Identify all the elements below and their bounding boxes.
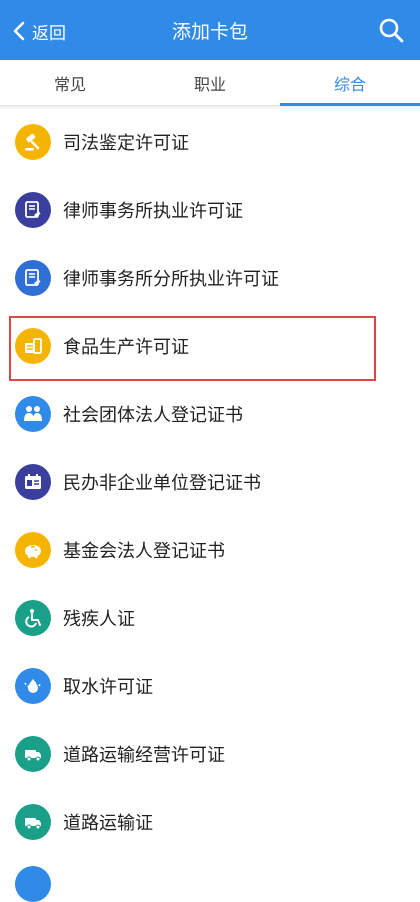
list-item-private-nonenterprise-cert[interactable]: 民办非企业单位登记证书 [0,448,420,516]
top-app-bar: 返回 添加卡包 [0,0,420,60]
list-item-label: 社会团体法人登记证书 [63,405,243,426]
list-item-label: 道路运输经营许可证 [63,745,225,766]
list-item-food-production-license[interactable]: 食品生产许可证 [0,312,420,380]
list-item-label: 道路运输证 [63,813,153,834]
tab-general[interactable]: 综合 [280,60,420,106]
card-type-list: 司法鉴定许可证 律师事务所执业许可证 律师事务所分所执业许可证 食品生产许可证 … [0,108,420,856]
list-item-label: 律师事务所分所执业许可证 [63,269,279,290]
list-item-label: 取水许可证 [63,677,153,698]
category-tabs: 常见 职业 综合 [0,60,420,106]
gavel-icon [15,124,51,160]
list-item-water-permit[interactable]: 取水许可证 [0,652,420,720]
list-item-label: 基金会法人登记证书 [63,541,225,562]
tab-profession[interactable]: 职业 [140,60,280,105]
piggy-bank-icon [15,532,51,568]
page-title: 添加卡包 [171,21,248,43]
list-item-disability-cert[interactable]: 残疾人证 [0,584,420,652]
document-gavel-icon [15,260,51,296]
tab-common[interactable]: 常见 [0,60,140,105]
list-item-label: 司法鉴定许可证 [63,133,189,154]
people-icon [15,396,51,432]
list-item-label: 律师事务所执业许可证 [63,201,243,222]
document-gavel-icon [15,192,51,228]
list-item-social-group-cert[interactable]: 社会团体法人登记证书 [0,380,420,448]
search-icon[interactable] [378,17,404,43]
water-drop-icon [15,668,51,704]
list-item-judicial-appraisal[interactable]: 司法鉴定许可证 [0,108,420,176]
partial-list-item-icon [15,866,51,902]
list-item-label: 食品生产许可证 [63,337,189,358]
list-item-road-transport-business-license[interactable]: 道路运输经营许可证 [0,720,420,788]
list-item-road-transport-cert[interactable]: 道路运输证 [0,788,420,856]
calendar-id-icon [15,464,51,500]
wheelchair-icon [15,600,51,636]
food-license-icon [15,328,51,364]
truck-icon [15,736,51,772]
list-item-law-firm-branch-license[interactable]: 律师事务所分所执业许可证 [0,244,420,312]
list-item-label: 残疾人证 [63,609,135,630]
truck-icon [15,804,51,840]
list-item-foundation-cert[interactable]: 基金会法人登记证书 [0,516,420,584]
list-item-label: 民办非企业单位登记证书 [63,473,261,494]
list-item-law-firm-license[interactable]: 律师事务所执业许可证 [0,176,420,244]
